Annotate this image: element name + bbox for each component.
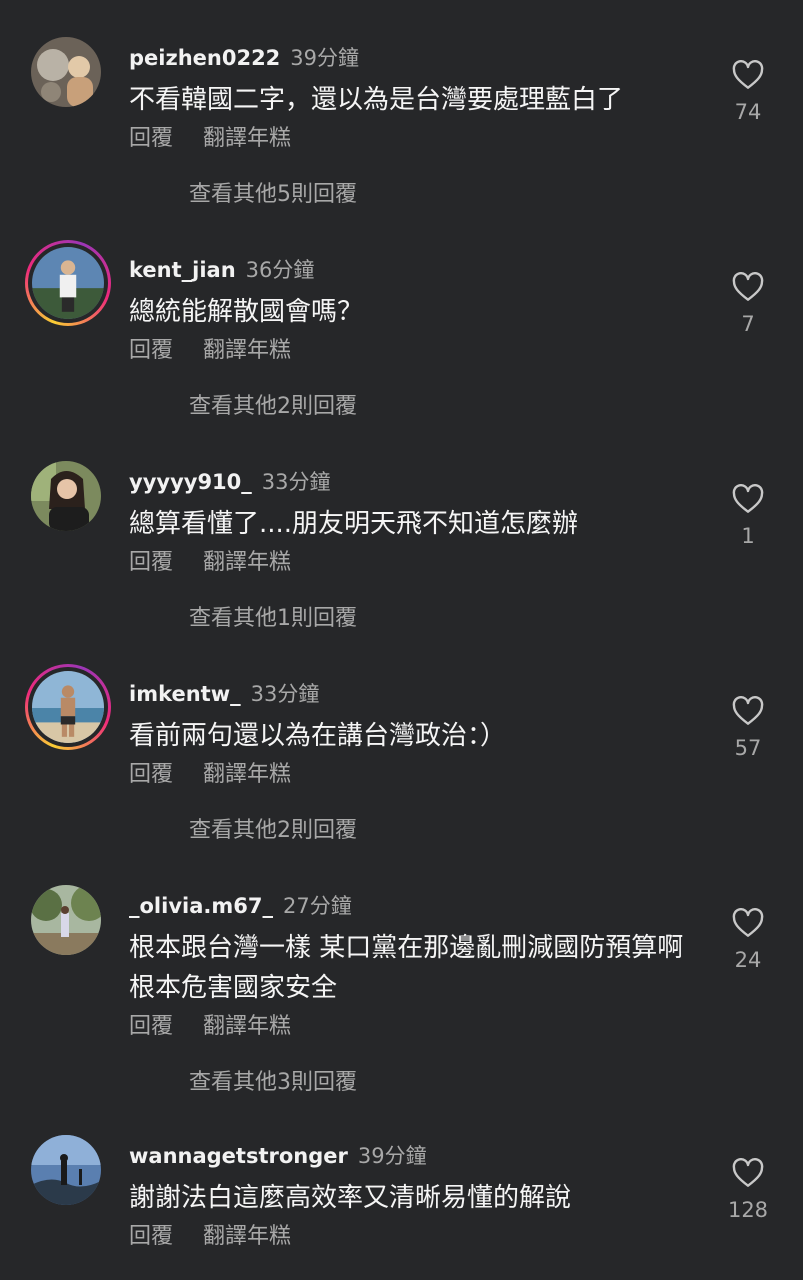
comment-text: 根本跟台灣一樣 某口黨在那邊亂刪減國防預算啊根本危害國家安全	[129, 933, 684, 1003]
heart-icon[interactable]	[732, 908, 764, 938]
like-count: 128	[727, 1198, 769, 1222]
like-count: 24	[734, 948, 762, 972]
comment-text: 不看韓國二字，還以為是台灣要處理藍白了	[129, 85, 624, 115]
avatar[interactable]	[30, 36, 102, 108]
comment-actions: 回覆 翻譯年糕	[129, 332, 291, 364]
comment-actions: 回覆 翻譯年糕	[129, 1218, 291, 1250]
comment-header: peizhen0222 39分鐘	[129, 42, 359, 72]
comment-actions: 回覆 翻譯年糕	[129, 544, 291, 576]
comment-actions: 回覆 翻譯年糕	[129, 756, 291, 788]
heart-icon[interactable]	[732, 272, 764, 302]
like-group: 7	[718, 272, 778, 336]
view-replies-button[interactable]: 查看其他2則回覆	[189, 812, 357, 844]
heart-icon[interactable]	[732, 484, 764, 514]
like-group: 24	[718, 908, 778, 972]
timestamp: 33分鐘	[261, 470, 331, 494]
view-replies-button[interactable]: 查看其他1則回覆	[189, 600, 357, 632]
heart-icon[interactable]	[732, 1158, 764, 1188]
avatar-image	[32, 247, 104, 319]
username[interactable]: peizhen0222	[129, 46, 280, 70]
timestamp: 27分鐘	[282, 894, 352, 918]
avatar-image	[31, 461, 101, 531]
like-group: 74	[718, 60, 778, 124]
like-count: 7	[741, 312, 755, 336]
reply-button[interactable]: 回覆	[129, 550, 173, 575]
comment-actions: 回覆 翻譯年糕	[129, 120, 291, 152]
timestamp: 39分鐘	[357, 1144, 427, 1168]
like-group: 128	[718, 1158, 778, 1222]
avatar-image	[32, 671, 104, 743]
timestamp: 39分鐘	[290, 46, 360, 70]
translate-button[interactable]: 翻譯年糕	[203, 1224, 291, 1249]
like-count: 57	[734, 736, 762, 760]
comment-text: 總統能解散國會嗎？	[129, 297, 364, 327]
timestamp: 36分鐘	[245, 258, 315, 282]
heart-icon[interactable]	[732, 696, 764, 726]
comment-header: wannagetstronger 39分鐘	[129, 1140, 427, 1170]
comment-text: 看前兩句還以為在講台灣政治：）	[129, 721, 507, 751]
comment-header: imkentw_ 33分鐘	[129, 678, 319, 708]
heart-icon[interactable]	[732, 60, 764, 90]
translate-button[interactable]: 翻譯年糕	[203, 126, 291, 151]
username[interactable]: imkentw_	[129, 682, 241, 706]
comment-text: 謝謝法白這麼高效率又清晰易懂的解說	[129, 1183, 572, 1213]
like-count: 1	[741, 524, 755, 548]
reply-button[interactable]: 回覆	[129, 126, 173, 151]
avatar[interactable]	[30, 460, 102, 532]
like-group: 57	[718, 696, 778, 760]
reply-button[interactable]: 回覆	[129, 1014, 173, 1039]
comment-header: yyyyy910_ 33分鐘	[129, 466, 331, 496]
avatar-image	[31, 885, 101, 955]
avatar-image	[31, 37, 101, 107]
avatar[interactable]	[30, 884, 102, 956]
username[interactable]: yyyyy910_	[129, 470, 252, 494]
translate-button[interactable]: 翻譯年糕	[203, 550, 291, 575]
translate-button[interactable]: 翻譯年糕	[203, 1014, 291, 1039]
view-replies-button[interactable]: 查看其他5則回覆	[189, 176, 357, 208]
username[interactable]: _olivia.m67_	[129, 894, 273, 918]
comment-text: 總算看懂了....朋友明天飛不知道怎麼辦	[129, 509, 579, 539]
translate-button[interactable]: 翻譯年糕	[203, 338, 291, 363]
username[interactable]: kent_jian	[129, 258, 236, 282]
username[interactable]: wannagetstronger	[129, 1144, 348, 1168]
translate-button[interactable]: 翻譯年糕	[203, 762, 291, 787]
like-count: 74	[734, 100, 762, 124]
view-replies-button[interactable]: 查看其他3則回覆	[189, 1064, 357, 1096]
comment-header: _olivia.m67_ 27分鐘	[129, 890, 352, 920]
avatar[interactable]	[30, 1134, 102, 1206]
reply-button[interactable]: 回覆	[129, 338, 173, 363]
view-replies-button[interactable]: 查看其他2則回覆	[189, 388, 357, 420]
like-group: 1	[718, 484, 778, 548]
avatar-story-ring[interactable]	[25, 664, 111, 750]
avatar-story-ring[interactable]	[25, 240, 111, 326]
comment-actions: 回覆 翻譯年糕	[129, 1008, 291, 1040]
avatar-image	[31, 1135, 101, 1205]
reply-button[interactable]: 回覆	[129, 1224, 173, 1249]
comment-header: kent_jian 36分鐘	[129, 254, 314, 284]
timestamp: 33分鐘	[250, 682, 320, 706]
reply-button[interactable]: 回覆	[129, 762, 173, 787]
